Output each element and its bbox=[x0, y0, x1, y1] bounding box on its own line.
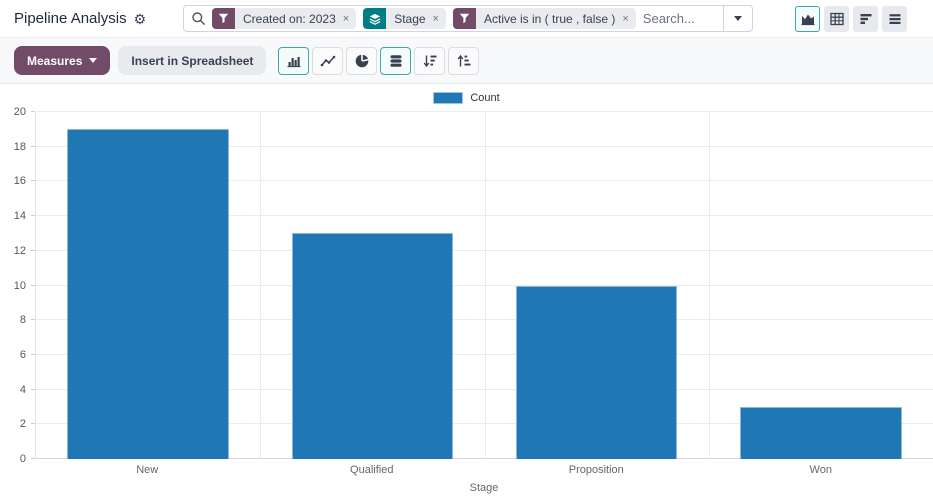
x-axis-title: Stage bbox=[35, 482, 933, 494]
chart-legend[interactable]: Count bbox=[0, 90, 933, 105]
gridline-vertical bbox=[485, 112, 486, 459]
y-tick-label: 6 bbox=[20, 349, 26, 361]
bar-qualified[interactable] bbox=[292, 233, 453, 459]
view-switcher-cohort[interactable] bbox=[853, 6, 878, 32]
facet-remove-icon[interactable]: × bbox=[431, 8, 446, 29]
facet-label: Created on: 2023 bbox=[235, 8, 341, 29]
bar-new[interactable] bbox=[67, 129, 228, 459]
chart-section: Count 0 2 4 6 8 10 12 14 16 18 20 New Qualified Prop… bbox=[0, 84, 933, 494]
sort-ascending-button[interactable] bbox=[448, 47, 479, 75]
stacked-database-icon bbox=[388, 53, 404, 69]
pie-chart-icon bbox=[354, 53, 370, 69]
chevron-down-icon bbox=[734, 16, 742, 21]
sort-descending-button[interactable] bbox=[414, 47, 445, 75]
layers-icon bbox=[363, 8, 386, 29]
y-tick-label: 2 bbox=[20, 418, 26, 430]
facet-remove-icon[interactable]: × bbox=[341, 8, 356, 29]
legend-label: Count bbox=[470, 92, 499, 104]
search-facet-created-on: Created on: 2023 × bbox=[212, 8, 356, 29]
plot-row: 02468101214161820 bbox=[0, 112, 933, 459]
chart-type-pie-button[interactable] bbox=[346, 47, 377, 75]
facet-label: Active is in ( true , false ) bbox=[476, 8, 620, 29]
pivot-table-icon bbox=[829, 11, 845, 27]
x-tick-label: Won bbox=[810, 464, 832, 476]
y-tick-label: 8 bbox=[20, 314, 26, 326]
view-switcher-graph[interactable] bbox=[795, 6, 820, 32]
search-bar[interactable]: Created on: 2023 × Stage × Active is in … bbox=[183, 5, 753, 32]
y-tick-label: 12 bbox=[14, 245, 26, 257]
gear-icon[interactable]: ⚙ bbox=[134, 12, 147, 26]
chart-type-bar-button[interactable] bbox=[278, 47, 309, 75]
gridline-vertical bbox=[260, 112, 261, 459]
search-dropdown-toggle[interactable] bbox=[723, 6, 752, 31]
search-facet-stage: Stage × bbox=[363, 8, 446, 29]
bar-proposition[interactable] bbox=[516, 286, 677, 460]
control-panel: Measures Insert in Spreadsheet bbox=[0, 38, 933, 84]
y-tick-label: 20 bbox=[14, 106, 26, 118]
x-tick-label: Proposition bbox=[569, 464, 624, 476]
y-axis: 02468101214161820 bbox=[0, 112, 35, 459]
chart-type-buttons bbox=[278, 47, 479, 75]
filter-funnel-icon bbox=[453, 8, 476, 29]
bar-chart-icon bbox=[286, 53, 302, 69]
y-tick-label: 14 bbox=[14, 210, 26, 222]
search-facet-active: Active is in ( true , false ) × bbox=[453, 8, 636, 29]
search-icon bbox=[191, 11, 206, 26]
facet-remove-icon[interactable]: × bbox=[620, 8, 635, 29]
search-input[interactable] bbox=[643, 11, 723, 26]
top-bar: Pipeline Analysis ⚙ Created on: 2023 × S… bbox=[0, 0, 933, 38]
y-tick-label: 4 bbox=[20, 384, 26, 396]
cohort-icon bbox=[858, 11, 874, 27]
chevron-down-icon bbox=[89, 58, 97, 63]
pipeline-analysis-view: Pipeline Analysis ⚙ Created on: 2023 × S… bbox=[0, 0, 933, 497]
line-chart-icon bbox=[320, 53, 336, 69]
facet-label: Stage bbox=[386, 8, 430, 29]
view-switcher bbox=[795, 6, 907, 32]
view-switcher-pivot[interactable] bbox=[824, 6, 849, 32]
gridline-vertical bbox=[709, 112, 710, 459]
legend-swatch bbox=[433, 92, 463, 104]
page-title: Pipeline Analysis bbox=[14, 10, 127, 27]
filter-funnel-icon bbox=[212, 8, 235, 29]
area-chart-icon bbox=[800, 11, 816, 27]
sort-ascending-icon bbox=[456, 53, 472, 69]
y-tick-label: 10 bbox=[14, 280, 26, 292]
view-switcher-list[interactable] bbox=[882, 6, 907, 32]
measures-button-label: Measures bbox=[27, 54, 82, 68]
sort-descending-icon bbox=[422, 53, 438, 69]
plot-area bbox=[35, 112, 933, 459]
y-tick-label: 0 bbox=[20, 453, 26, 465]
x-tick-label: New bbox=[136, 464, 158, 476]
chart-type-line-button[interactable] bbox=[312, 47, 343, 75]
chart-type-stacked-button[interactable] bbox=[380, 47, 411, 75]
list-icon bbox=[887, 11, 903, 27]
y-tick-label: 16 bbox=[14, 175, 26, 187]
insert-in-spreadsheet-button[interactable]: Insert in Spreadsheet bbox=[118, 46, 266, 75]
y-tick-label: 18 bbox=[14, 141, 26, 153]
breadcrumb: Pipeline Analysis ⚙ bbox=[14, 10, 183, 27]
measures-button[interactable]: Measures bbox=[14, 46, 110, 75]
x-tick-label: Qualified bbox=[350, 464, 393, 476]
x-axis-labels: New Qualified Proposition Won bbox=[35, 464, 933, 479]
bar-won[interactable] bbox=[740, 407, 901, 459]
